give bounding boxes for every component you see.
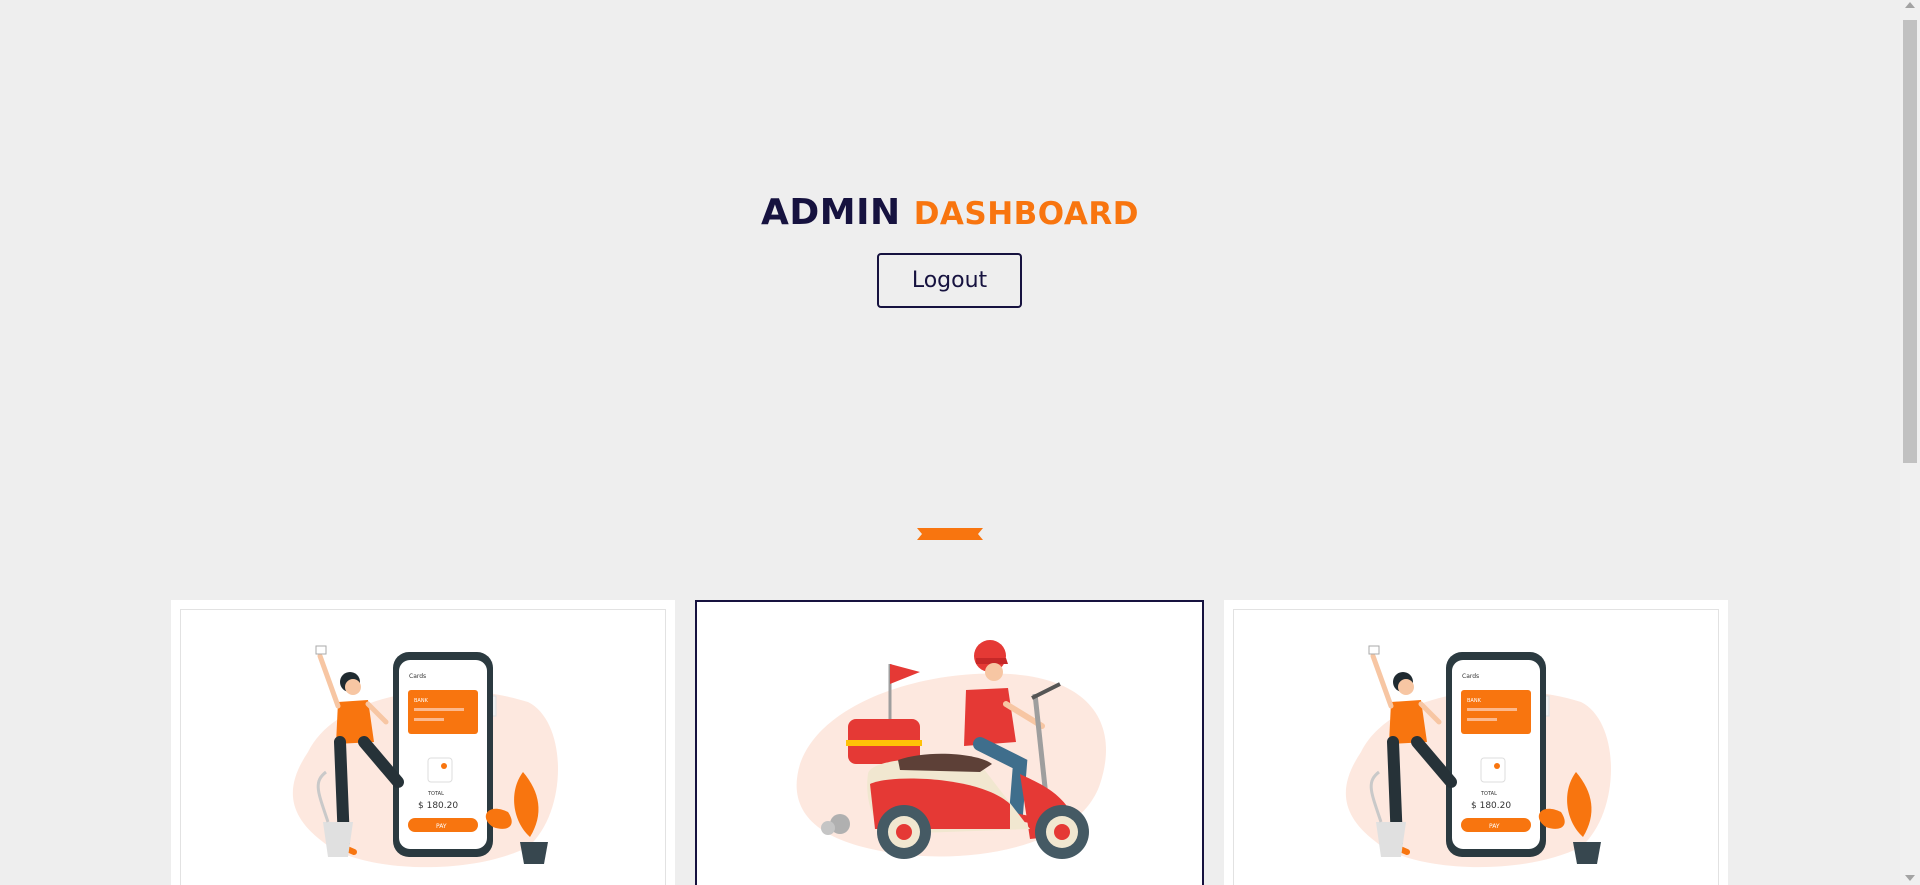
woman-mobile-payment-illustration: Cards BANK TOTAL $ 180.20 PAY [1345, 645, 1611, 868]
total-amount: $ 180.20 [418, 801, 458, 811]
delivery-scooter-illustration [796, 640, 1106, 859]
scroll-down-arrow-icon[interactable] [1905, 875, 1915, 881]
logout-button[interactable]: Logout [877, 253, 1022, 308]
card-image-frame: Cards BANK TOTAL $ 180.20 PAY [1233, 609, 1719, 885]
total-amount: $ 180.20 [1471, 801, 1511, 811]
woman-mobile-payment-illustration: Cards BANK TOTAL $ 180.20 PAY [292, 645, 558, 868]
page-title: ADMIN DASHBOARD [0, 192, 1900, 233]
title-dashboard: DASHBOARD [913, 196, 1139, 232]
phone-title: Cards [409, 673, 426, 680]
title-admin: ADMIN [761, 192, 901, 233]
feature-card-payment[interactable]: Cards BANK TOTAL $ 180.20 PAY [171, 600, 675, 885]
feature-card-payment-2[interactable]: Cards BANK TOTAL $ 180.20 PAY [1224, 600, 1728, 885]
card-bank-label: BANK [414, 698, 429, 704]
total-label: TOTAL [1480, 791, 1497, 797]
total-label: TOTAL [427, 791, 444, 797]
pay-label: PAY [436, 823, 447, 830]
card-image-frame [697, 602, 1202, 885]
card-image-frame: Cards BANK TOTAL $ 180.20 PAY [180, 609, 666, 885]
card-bank-label: BANK [1467, 698, 1482, 704]
pay-label: PAY [1489, 823, 1500, 830]
feature-card-delivery[interactable] [695, 600, 1204, 885]
scroll-up-arrow-icon[interactable] [1905, 2, 1915, 8]
phone-title: Cards [1462, 673, 1479, 680]
section-divider-icon [917, 528, 983, 540]
scroll-thumb[interactable] [1903, 20, 1917, 463]
vertical-scrollbar[interactable] [1900, 0, 1920, 885]
